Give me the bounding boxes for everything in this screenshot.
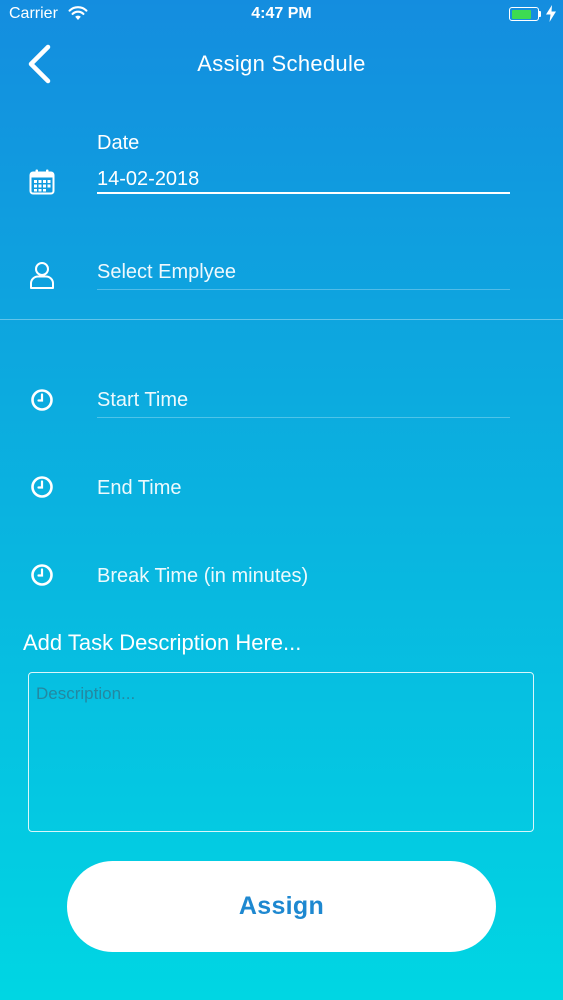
assign-button[interactable]: Assign (67, 861, 496, 952)
page-title: Assign Schedule (197, 51, 366, 76)
clock-icon (30, 388, 56, 414)
battery-nub (539, 11, 541, 17)
battery-icon (509, 7, 539, 21)
description-textarea[interactable]: Description... (28, 672, 534, 832)
date-underline (97, 192, 510, 194)
break-time-field[interactable]: Break Time (in minutes) (97, 565, 308, 588)
end-time-field[interactable]: End Time (97, 477, 181, 500)
start-time-field[interactable]: Start Time (97, 389, 188, 412)
select-employee-field[interactable]: Select Emplyee (97, 261, 236, 284)
date-label: Date (97, 132, 140, 154)
date-field[interactable]: 14-02-2018 (97, 168, 199, 191)
charging-bolt-icon (546, 5, 556, 27)
status-time: 4:47 PM (251, 5, 312, 22)
clock-icon (30, 475, 56, 501)
task-description-title: Add Task Description Here... (23, 630, 302, 655)
start-time-underline (97, 417, 510, 418)
employee-underline (97, 289, 510, 290)
section-divider (0, 319, 563, 320)
clock-icon (30, 563, 56, 589)
battery-level (511, 9, 531, 19)
assign-button-label: Assign (238, 892, 325, 920)
calendar-icon (29, 169, 55, 195)
description-placeholder: Description... (36, 684, 136, 703)
person-icon (29, 261, 55, 289)
